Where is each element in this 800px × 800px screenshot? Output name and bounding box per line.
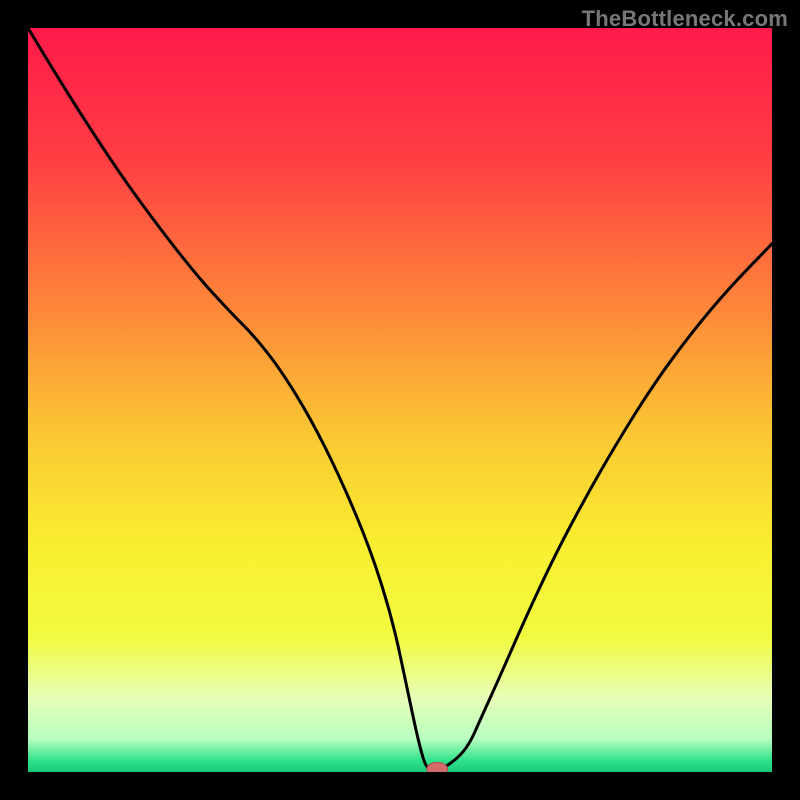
chart-svg <box>28 28 772 772</box>
optimum-marker <box>427 762 448 772</box>
plot-area <box>28 28 772 772</box>
chart-frame: TheBottleneck.com <box>0 0 800 800</box>
